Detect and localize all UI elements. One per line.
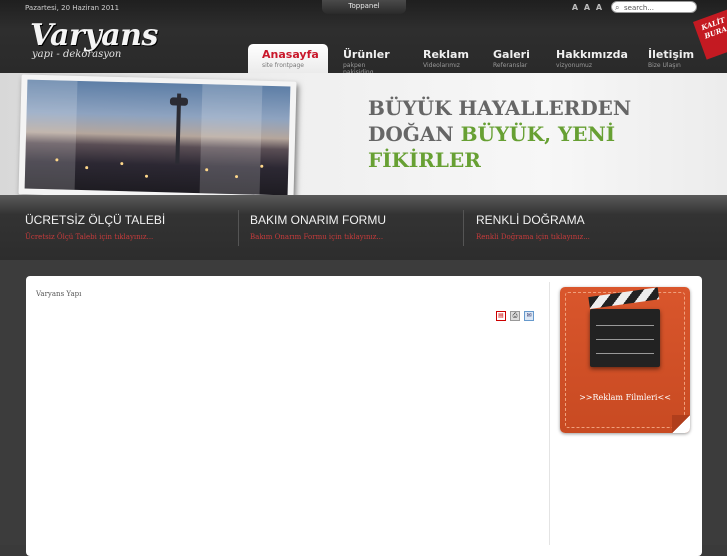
article-tools: ▤ ⎙ ✉	[496, 302, 538, 321]
feature-maintenance-form[interactable]: BAKIM ONARIM FORMU Bakım Onarım Formu iç…	[250, 213, 465, 241]
breadcrumb[interactable]: Varyans Yapı	[36, 290, 81, 298]
feature-link[interactable]: Ücretsiz Ölçü Talebi için tıklayınız...	[25, 233, 240, 241]
toppanel-toggle[interactable]: Toppanel	[322, 0, 406, 14]
page-curl-corner	[672, 415, 690, 433]
feature-title: RENKLİ DOĞRAMA	[476, 213, 585, 227]
commercials-link[interactable]: >>Reklam Filmleri<<	[560, 393, 690, 402]
clapperboard-icon	[588, 287, 660, 367]
nav-item-label: Galeri	[493, 48, 530, 61]
nav-item-sub: site frontpage	[262, 62, 305, 69]
pdf-icon[interactable]: ▤	[496, 311, 506, 321]
print-icon[interactable]: ⎙	[510, 311, 520, 321]
nav-item-iletisim[interactable]: İletişim Bize Ulaşın	[648, 44, 694, 73]
nav-item-sub: Videolarımız	[423, 62, 460, 69]
email-icon[interactable]: ✉	[524, 311, 534, 321]
nav-item-label: Reklam	[423, 48, 469, 61]
nav-item-sub: Bize Ulaşın	[648, 62, 681, 69]
search-input[interactable]: ⌕ search...	[611, 1, 697, 13]
search-placeholder: search...	[624, 4, 654, 12]
nav-item-anasayfa[interactable]: Anasayfa site frontpage	[248, 44, 328, 73]
nav-item-label: Ürünler	[343, 48, 390, 61]
divider	[463, 210, 464, 246]
feature-free-measure[interactable]: ÜCRETSİZ ÖLÇÜ TALEBİ Ücretsiz Ölçü Taleb…	[25, 213, 240, 241]
divider	[238, 210, 239, 246]
nav-item-reklam[interactable]: Reklam Videolarımız	[423, 44, 469, 73]
nav-item-label: Hakkımızda	[556, 48, 628, 61]
search-icon: ⌕	[615, 3, 620, 12]
font-size-increase-button[interactable]: A	[593, 3, 605, 12]
font-size-controls: AAA	[569, 3, 605, 12]
nav-item-sub: Referanslar	[493, 62, 528, 69]
font-size-reset-button[interactable]: A	[581, 3, 593, 12]
nav-item-galeri[interactable]: Galeri Referanslar	[493, 44, 530, 73]
nav-item-sub: vizyonumuz	[556, 62, 592, 69]
headline-line-1: BÜYÜK HAYALLERDEN	[368, 96, 632, 120]
nav-item-label: Anasayfa	[262, 48, 319, 61]
nav-item-label: İletişim	[648, 48, 695, 61]
banner-headline: BÜYÜK HAYALLERDEN DOĞAN BÜYÜK, YENİ FİKİ…	[368, 95, 631, 173]
column-divider	[549, 282, 550, 545]
headline-line-2b: BÜYÜK, YENİ	[460, 122, 616, 146]
feature-link[interactable]: Renkli Doğrama için tıklayınız...	[476, 233, 691, 241]
feature-colored-joinery[interactable]: RENKLİ DOĞRAMA Renkli Doğrama için tıkla…	[476, 213, 691, 241]
feature-title: BAKIM ONARIM FORMU	[250, 213, 387, 227]
city-night-photo	[24, 79, 291, 196]
feature-title: ÜCRETSİZ ÖLÇÜ TALEBİ	[25, 213, 166, 227]
commercials-widget[interactable]: >>Reklam Filmleri<<	[560, 287, 690, 433]
logo-wordmark: Varyans	[30, 18, 158, 53]
feature-link[interactable]: Bakım Onarım Formu için tıklayınız...	[250, 233, 465, 241]
site-logo[interactable]: Varyans yapı - dekorasyon	[30, 18, 158, 60]
nav-item-hakkimizda[interactable]: Hakkımızda vizyonumuz	[556, 44, 628, 73]
banner-photo	[18, 74, 297, 202]
current-date: Pazartesi, 20 Haziran 2011	[25, 4, 120, 12]
headline-line-3: FİKİRLER	[368, 148, 481, 172]
font-size-decrease-button[interactable]: A	[569, 3, 581, 12]
nav-item-urunler[interactable]: Ürünler pakpen pakisiding	[343, 44, 390, 76]
headline-line-2a: DOĞAN	[368, 122, 454, 146]
